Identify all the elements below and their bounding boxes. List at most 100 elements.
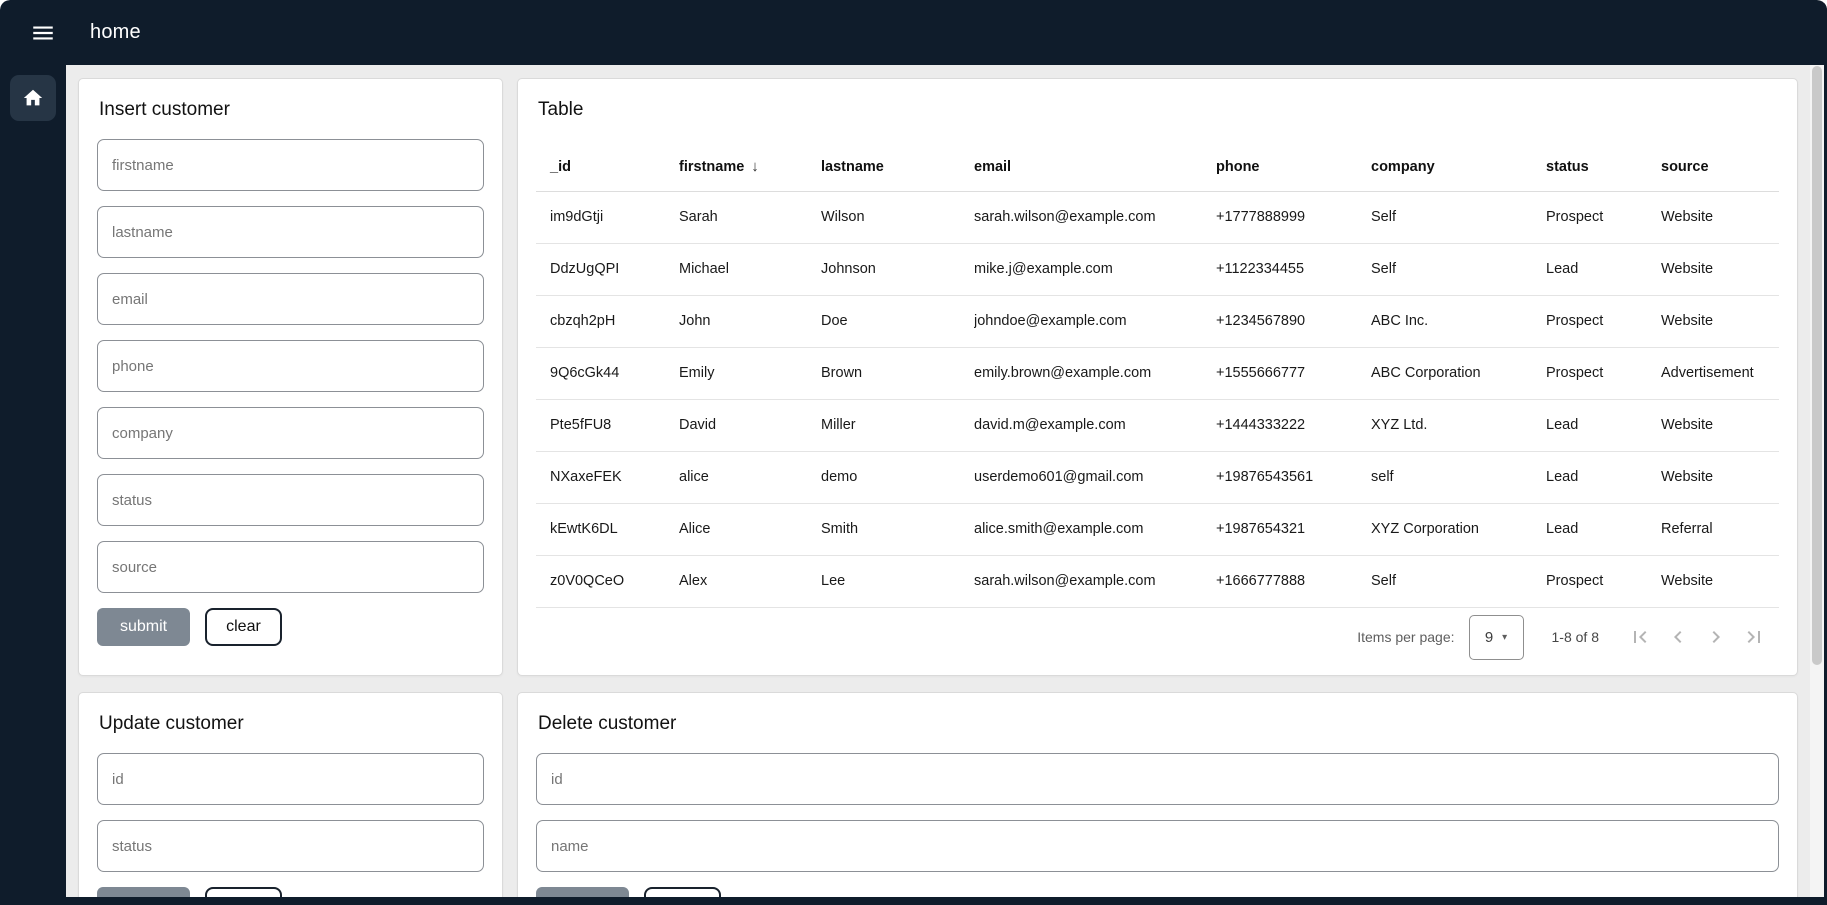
column-header-id[interactable]: _id — [550, 159, 679, 175]
insert-lastname-input[interactable] — [97, 206, 484, 258]
insert-customer-card: Insert customer submit clear — [78, 78, 503, 676]
table-cell: Website — [1661, 417, 1765, 433]
table-cell: DdzUgQPI — [550, 261, 679, 277]
delete-fields — [536, 753, 1779, 872]
table-card-title: Table — [538, 99, 1779, 121]
table-cell: Alice — [679, 521, 821, 537]
update-id-input[interactable] — [97, 753, 484, 805]
column-header-label: source — [1661, 159, 1709, 175]
table-cell: +1666777888 — [1216, 573, 1371, 589]
table-cell: alice.smith@example.com — [974, 521, 1216, 537]
hamburger-menu-icon — [30, 20, 56, 46]
delete-card-title: Delete customer — [538, 713, 1779, 735]
vertical-scrollbar-track — [1810, 65, 1824, 897]
table-card: Table _id firstname ↓ lastname email phonecom… — [517, 78, 1798, 676]
table-cell: +1234567890 — [1216, 313, 1371, 329]
window-bottom-edge — [0, 897, 1827, 905]
column-header-label: lastname — [821, 159, 884, 175]
table-cell: Prospect — [1546, 209, 1661, 225]
page-size-select[interactable]: 9 ▾ — [1469, 615, 1524, 660]
table-cell: mike.j@example.com — [974, 261, 1216, 277]
last-page-icon — [1742, 625, 1766, 649]
table-cell: Brown — [821, 365, 974, 381]
last-page-button[interactable] — [1735, 618, 1773, 656]
column-header-firstname[interactable]: firstname ↓ — [679, 158, 821, 175]
sidebar — [0, 65, 66, 897]
table-cell: self — [1371, 469, 1546, 485]
table-cell: Lead — [1546, 417, 1661, 433]
sidebar-item-home[interactable] — [10, 75, 56, 121]
table-cell: userdemo601@gmail.com — [974, 469, 1216, 485]
column-header-email[interactable]: email — [974, 159, 1216, 175]
table-cell: Lead — [1546, 521, 1661, 537]
table-row: kEwtK6DLAliceSmithalice.smith@example.co… — [536, 504, 1779, 556]
delete-name-input[interactable] — [536, 820, 1779, 872]
menu-button[interactable] — [20, 10, 66, 56]
table-cell: Pte5fFU8 — [550, 417, 679, 433]
table-cell: John — [679, 313, 821, 329]
table-cell: 9Q6cGk44 — [550, 365, 679, 381]
update-customer-card: Update customer submit clear — [78, 692, 503, 905]
table-cell: Self — [1371, 261, 1546, 277]
table-cell: Michael — [679, 261, 821, 277]
table-cell: ABC Corporation — [1371, 365, 1546, 381]
column-header-company[interactable]: company — [1371, 159, 1546, 175]
table-cell: Emily — [679, 365, 821, 381]
table-cell: XYZ Ltd. — [1371, 417, 1546, 433]
insert-email-input[interactable] — [97, 273, 484, 325]
insert-source-input[interactable] — [97, 541, 484, 593]
table-cell: NXaxeFEK — [550, 469, 679, 485]
next-page-button[interactable] — [1697, 618, 1735, 656]
home-icon — [22, 87, 44, 109]
table-cell: +1987654321 — [1216, 521, 1371, 537]
table-row: NXaxeFEKalicedemouserdemo601@gmail.com+1… — [536, 452, 1779, 504]
table-cell: demo — [821, 469, 974, 485]
column-header-label: status — [1546, 159, 1589, 175]
column-header-label: _id — [550, 159, 571, 175]
insert-firstname-input[interactable] — [97, 139, 484, 191]
app-window: home Insert customer submit clear Table … — [0, 0, 1827, 905]
table-cell: +19876543561 — [1216, 469, 1371, 485]
table-cell: emily.brown@example.com — [974, 365, 1216, 381]
insert-card-title: Insert customer — [99, 99, 484, 121]
column-header-label: email — [974, 159, 1011, 175]
table-cell: ABC Inc. — [1371, 313, 1546, 329]
delete-customer-card: Delete customer submit clear — [517, 692, 1798, 905]
insert-company-input[interactable] — [97, 407, 484, 459]
vertical-scrollbar-thumb[interactable] — [1812, 66, 1822, 665]
page-title: home — [90, 21, 141, 44]
update-status-input[interactable] — [97, 820, 484, 872]
page-size-value: 9 — [1485, 629, 1493, 646]
insert-submit-button[interactable]: submit — [97, 608, 190, 646]
column-header-status[interactable]: status — [1546, 159, 1661, 175]
table-cell: David — [679, 417, 821, 433]
table-cell: cbzqh2pH — [550, 313, 679, 329]
first-page-icon — [1628, 625, 1652, 649]
table-row: cbzqh2pHJohnDoejohndoe@example.com+12345… — [536, 296, 1779, 348]
table-cell: +1555666777 — [1216, 365, 1371, 381]
update-card-title: Update customer — [99, 713, 484, 735]
insert-clear-button[interactable]: clear — [205, 608, 282, 646]
column-header-label: firstname — [679, 159, 744, 175]
table-cell: Smith — [821, 521, 974, 537]
table-header-row: _id firstname ↓ lastname email phonecompanyst… — [536, 143, 1779, 192]
table-cell: Prospect — [1546, 365, 1661, 381]
table-cell: sarah.wilson@example.com — [974, 573, 1216, 589]
column-header-phone[interactable]: phone — [1216, 159, 1371, 175]
delete-id-input[interactable] — [536, 753, 1779, 805]
insert-status-input[interactable] — [97, 474, 484, 526]
column-header-source[interactable]: source — [1661, 159, 1765, 175]
table-cell: Lee — [821, 573, 974, 589]
table-cell: Prospect — [1546, 313, 1661, 329]
update-fields — [97, 753, 484, 872]
table-cell: Prospect — [1546, 573, 1661, 589]
first-page-button[interactable] — [1621, 618, 1659, 656]
insert-phone-input[interactable] — [97, 340, 484, 392]
column-header-lastname[interactable]: lastname — [821, 159, 974, 175]
sort-descending-arrow-icon: ↓ — [751, 158, 759, 175]
table-cell: johndoe@example.com — [974, 313, 1216, 329]
table-row: z0V0QCeOAlexLeesarah.wilson@example.com+… — [536, 556, 1779, 608]
table-cell: Doe — [821, 313, 974, 329]
chevron-right-icon — [1704, 625, 1728, 649]
previous-page-button[interactable] — [1659, 618, 1697, 656]
